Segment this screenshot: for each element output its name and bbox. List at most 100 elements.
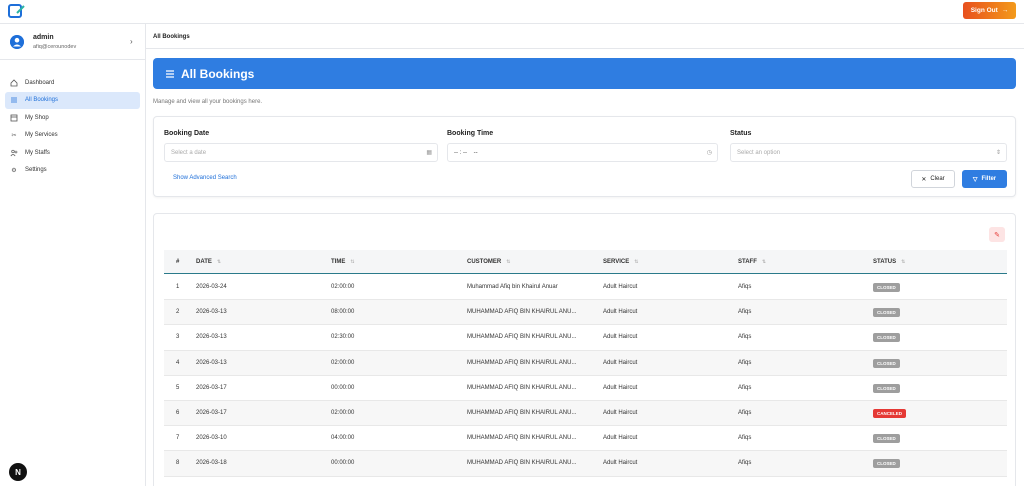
- sidebar-item-my-shop[interactable]: My Shop: [5, 109, 140, 127]
- cell-staff: Afiqs: [738, 435, 752, 442]
- status-badge: CLOSED: [873, 283, 900, 292]
- status-label: Status: [730, 130, 752, 137]
- users-icon: [10, 149, 18, 157]
- booking-date-input[interactable]: Select a date ▦: [164, 143, 438, 162]
- profile-name: admin: [33, 34, 54, 41]
- cell-num: 1: [176, 284, 180, 290]
- sidebar-item-label: My Staffs: [25, 149, 50, 156]
- cell-time: 00:00:00: [331, 460, 355, 467]
- booking-date-label: Booking Date: [164, 130, 210, 137]
- sidebar-item-all-bookings[interactable]: All Bookings: [5, 91, 140, 109]
- cell-customer: MUHAMMAD AFIQ BIN KHAIRUL ANU...: [467, 409, 577, 416]
- table-row[interactable]: 7 2026-03-10 04:00:00 MUHAMMAD AFIQ BIN KHA…: [164, 426, 1007, 452]
- sort-icon: ⇅: [634, 259, 639, 265]
- sort-icon: ⇅: [761, 259, 767, 265]
- sidebar-item-settings[interactable]: ⚙ Settings: [5, 162, 140, 180]
- clock-icon: ◷: [706, 150, 712, 156]
- cell-date: 2026-03-13: [196, 309, 227, 316]
- sidebar-item-dashboard[interactable]: Dashboard: [5, 74, 140, 92]
- chevron-updown-icon: ⇕: [995, 150, 1001, 156]
- cell-service: Adult Haircut: [603, 309, 638, 316]
- col-header-status[interactable]: STATUS ⇅: [873, 259, 905, 265]
- cell-num: 2: [176, 309, 180, 316]
- status-badge: CANCELED: [873, 408, 907, 418]
- table-row[interactable]: 4 2026-03-13 02:00:00 MUHAMMAD AFIQ BIN KHA…: [164, 350, 1007, 376]
- sidebar-nav: Dashboard All Bookings My Shop ✂ My Serv…: [5, 74, 140, 179]
- top-bar: Sign Out →: [0, 0, 1024, 24]
- profile-email: afiq@cerounodev: [33, 44, 77, 50]
- cell-date: 2026-03-18: [196, 460, 227, 467]
- status-placeholder: Select an option: [737, 149, 781, 156]
- pencil-icon: ✎: [994, 231, 1000, 239]
- status-badge: CLOSED: [873, 308, 900, 318]
- col-header-staff[interactable]: STAFF ⇅: [738, 259, 766, 265]
- sidebar-item-label: Settings: [25, 167, 47, 174]
- col-header-time[interactable]: TIME ⇅: [331, 259, 355, 265]
- cell-num: 8: [176, 460, 180, 467]
- booking-time-placeholder: -- : -- --: [454, 149, 478, 156]
- chevron-right-icon: ›: [130, 37, 133, 46]
- cell-num: 4: [176, 359, 180, 366]
- cell-num: 3: [176, 334, 180, 341]
- advanced-search-link[interactable]: Show Advanced Search: [173, 175, 237, 181]
- cell-staff: Afiqs: [738, 284, 752, 290]
- cell-service: Adult Haircut: [603, 284, 638, 290]
- cell-date: 2026-03-24: [196, 284, 227, 290]
- filter-icon: ▽: [972, 176, 978, 183]
- avatar-icon: [10, 35, 24, 49]
- sort-icon: ⇅: [350, 259, 355, 265]
- status-badge: CLOSED: [873, 333, 900, 343]
- breadcrumb: All Bookings: [153, 34, 190, 40]
- sign-out-icon: →: [1001, 7, 1009, 14]
- cell-date: 2026-03-17: [196, 409, 227, 416]
- col-header-service[interactable]: SERVICE ⇅: [603, 259, 638, 265]
- sidebar-item-label: All Bookings: [25, 97, 59, 104]
- close-icon: ✕: [921, 176, 927, 183]
- status-select[interactable]: Select an option ⇕: [730, 143, 1007, 162]
- cell-time: 02:30:00: [331, 334, 355, 341]
- sort-icon: ⇅: [506, 259, 511, 265]
- col-header-customer[interactable]: CUSTOMER ⇅: [467, 259, 510, 265]
- edit-button[interactable]: ✎: [989, 227, 1005, 242]
- table-row[interactable]: 6 2026-03-17 02:00:00 MUHAMMAD AFIQ BIN KHA…: [164, 400, 1007, 427]
- profile-menu[interactable]: admin afiq@cerounodev ›: [0, 24, 145, 60]
- cell-customer: MUHAMMAD AFIQ BIN KHAIRUL ANU...: [467, 359, 577, 366]
- store-icon: [10, 114, 18, 122]
- table-row[interactable]: 3 2026-03-13 02:30:00 MUHAMMAD AFIQ BIN KHA…: [164, 325, 1007, 351]
- page-title-banner: All Bookings: [153, 58, 1016, 89]
- table-row[interactable]: 1 2026-03-24 02:00:00 Muhammad Afiq bin Kha…: [164, 275, 1007, 301]
- sign-out-button[interactable]: Sign Out →: [963, 2, 1016, 19]
- home-icon: [10, 79, 18, 87]
- logo-icon[interactable]: [8, 4, 26, 18]
- cell-time: 02:00:00: [331, 359, 355, 366]
- sort-icon: ⇅: [901, 259, 906, 265]
- col-header-index: #: [176, 259, 180, 265]
- cell-date: 2026-03-10: [196, 435, 227, 442]
- n-badge-button[interactable]: N: [9, 463, 27, 481]
- cell-time: 04:00:00: [331, 435, 355, 442]
- cell-customer: MUHAMMAD AFIQ BIN KHAIRUL ANU...: [467, 309, 577, 316]
- filter-panel: Booking Date Select a date ▦ Booking Tim…: [153, 116, 1016, 197]
- sidebar-item-my-staffs[interactable]: My Staffs: [5, 144, 140, 162]
- table-row[interactable]: 2 2026-03-13 08:00:00 MUHAMMAD AFIQ BIN KHA…: [164, 300, 1007, 326]
- filter-button[interactable]: ▽ Filter: [962, 170, 1007, 188]
- cell-staff: Afiqs: [738, 409, 752, 416]
- cell-customer: Muhammad Afiq bin Khairul Anuar: [467, 284, 558, 290]
- booking-time-label: Booking Time: [447, 130, 494, 137]
- sort-icon: ⇅: [216, 259, 222, 265]
- scissors-icon: ✂: [11, 132, 17, 139]
- booking-time-input[interactable]: -- : -- -- ◷: [447, 143, 718, 162]
- sidebar-item-label: Dashboard: [25, 79, 55, 86]
- col-header-date[interactable]: DATE ⇅: [196, 259, 221, 265]
- status-badge: CLOSED: [873, 459, 900, 469]
- cell-time: 08:00:00: [331, 309, 355, 316]
- list-icon: [166, 69, 174, 78]
- table-header: # DATE ⇅ TIME ⇅ CUSTOMER ⇅ SERVICE ⇅ STAFF ⇅ …: [164, 250, 1007, 274]
- sign-out-label: Sign Out: [970, 7, 998, 14]
- clear-button[interactable]: ✕ Clear: [911, 170, 955, 188]
- table-row[interactable]: 5 2026-03-17 00:00:00 MUHAMMAD AFIQ BIN KHA…: [164, 376, 1007, 401]
- sidebar-item-my-services[interactable]: ✂ My Services: [5, 127, 140, 145]
- cell-staff: Afiqs: [738, 309, 752, 316]
- table-row[interactable]: 8 2026-03-18 00:00:00 MUHAMMAD AFIQ BIN KHA…: [164, 451, 1007, 477]
- status-badge: CLOSED: [873, 358, 900, 368]
